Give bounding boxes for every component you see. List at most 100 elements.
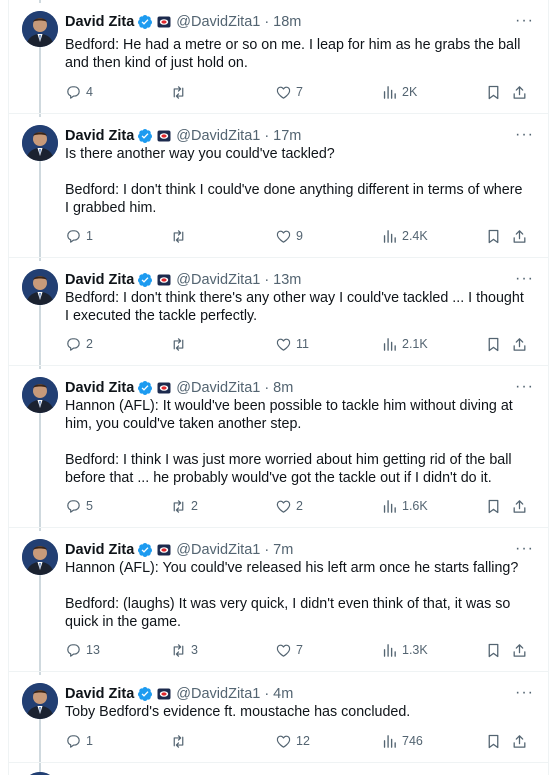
more-options-icon[interactable]: ··· bbox=[515, 540, 534, 558]
share-icon bbox=[511, 498, 532, 515]
avatar[interactable] bbox=[22, 269, 58, 305]
repost-button[interactable] bbox=[170, 334, 191, 354]
share-icon bbox=[511, 733, 532, 750]
author-name[interactable]: David Zita bbox=[65, 14, 134, 30]
avatar[interactable] bbox=[22, 11, 58, 47]
author-name[interactable]: David Zita bbox=[65, 686, 134, 702]
reply-button[interactable]: 1 bbox=[65, 226, 93, 246]
bookmark-button[interactable] bbox=[485, 334, 506, 354]
afl-affiliation-badge-icon[interactable] bbox=[153, 130, 171, 142]
tweet-paragraph: Hannon (AFL): You could've released his … bbox=[65, 560, 519, 576]
more-options-icon[interactable]: ··· bbox=[515, 684, 534, 702]
like-count: 12 bbox=[296, 734, 310, 748]
author-name[interactable]: David Zita bbox=[65, 542, 134, 558]
like-button[interactable]: 12 bbox=[275, 731, 310, 751]
share-button[interactable] bbox=[511, 731, 532, 751]
bookmark-button[interactable] bbox=[485, 226, 506, 246]
repost-button[interactable]: 2 bbox=[170, 496, 198, 516]
avatar[interactable] bbox=[22, 539, 58, 575]
author-name[interactable]: David Zita bbox=[65, 380, 134, 396]
tweet-paragraph: Bedford: He had a metre or so on me. I l… bbox=[65, 37, 521, 71]
avatar[interactable] bbox=[22, 125, 58, 161]
tweet-text: Toby Bedford's evidence ft. moustache ha… bbox=[65, 703, 527, 721]
tweet-paragraph: Bedford: (laughs) It was very quick, I d… bbox=[65, 596, 511, 630]
reply-button[interactable]: 1 bbox=[65, 731, 93, 751]
bookmark-button[interactable] bbox=[485, 731, 506, 751]
tweet-text: Is there another way you could've tackle… bbox=[65, 145, 527, 217]
views-button[interactable]: 2.1K bbox=[381, 334, 428, 354]
share-button[interactable] bbox=[511, 226, 532, 246]
views-button[interactable]: 1.6K bbox=[381, 496, 428, 516]
share-button[interactable] bbox=[511, 334, 532, 354]
tweet-timestamp[interactable]: 7m bbox=[273, 542, 293, 558]
like-icon bbox=[275, 228, 296, 245]
tweet-timestamp[interactable]: 8m bbox=[273, 380, 293, 396]
reply-button[interactable]: 4 bbox=[65, 82, 93, 102]
author-handle[interactable]: @DavidZita1 bbox=[176, 686, 260, 702]
like-count: 11 bbox=[296, 337, 309, 351]
more-options-icon[interactable]: ··· bbox=[515, 270, 534, 288]
views-button[interactable]: 2.4K bbox=[381, 226, 428, 246]
more-options-icon[interactable]: ··· bbox=[515, 378, 534, 396]
like-button[interactable]: 11 bbox=[275, 334, 309, 354]
afl-affiliation-badge-icon[interactable] bbox=[153, 688, 171, 700]
reply-button[interactable]: 5 bbox=[65, 496, 93, 516]
tweet-header: David Zita @DavidZita1 · 7m ··· bbox=[65, 540, 534, 560]
views-icon bbox=[381, 498, 402, 515]
bookmark-button[interactable] bbox=[485, 496, 506, 516]
share-button[interactable] bbox=[511, 82, 532, 102]
tweet-text: Bedford: He had a metre or so on me. I l… bbox=[65, 36, 527, 72]
tweet-divider bbox=[9, 671, 548, 672]
author-handle[interactable]: @DavidZita1 bbox=[176, 380, 260, 396]
reply-count: 1 bbox=[86, 734, 93, 748]
repost-button[interactable]: 3 bbox=[170, 640, 198, 660]
tweet-text: Bedford: I don't think there's any other… bbox=[65, 289, 527, 325]
verified-badge-icon bbox=[134, 542, 153, 558]
share-icon bbox=[511, 642, 532, 659]
like-button[interactable]: 7 bbox=[275, 82, 303, 102]
tweet-timestamp[interactable]: 4m bbox=[273, 686, 293, 702]
tweet-timestamp[interactable]: 13m bbox=[273, 272, 301, 288]
views-button[interactable]: 746 bbox=[381, 731, 423, 751]
reply-button[interactable]: 2 bbox=[65, 334, 93, 354]
views-icon bbox=[381, 84, 402, 101]
repost-button[interactable] bbox=[170, 82, 191, 102]
afl-affiliation-badge-icon[interactable] bbox=[153, 274, 171, 286]
views-button[interactable]: 2K bbox=[381, 82, 417, 102]
author-handle[interactable]: @DavidZita1 bbox=[176, 542, 260, 558]
author-handle[interactable]: @DavidZita1 bbox=[176, 128, 260, 144]
author-name[interactable]: David Zita bbox=[65, 128, 134, 144]
bookmark-icon bbox=[485, 336, 506, 353]
afl-affiliation-badge-icon[interactable] bbox=[153, 544, 171, 556]
avatar[interactable] bbox=[22, 683, 58, 719]
views-button[interactable]: 1.3K bbox=[381, 640, 428, 660]
share-button[interactable] bbox=[511, 496, 532, 516]
like-button[interactable]: 7 bbox=[275, 640, 303, 660]
like-button[interactable]: 9 bbox=[275, 226, 303, 246]
reply-count: 13 bbox=[86, 643, 100, 657]
afl-affiliation-badge-icon[interactable] bbox=[153, 382, 171, 394]
tweet-timestamp[interactable]: 18m bbox=[273, 14, 301, 30]
more-options-icon[interactable]: ··· bbox=[515, 126, 534, 144]
author-handle[interactable]: @DavidZita1 bbox=[176, 14, 260, 30]
reply-icon bbox=[65, 228, 86, 245]
afl-affiliation-badge-icon[interactable] bbox=[153, 16, 171, 28]
author-handle[interactable]: @DavidZita1 bbox=[176, 272, 260, 288]
more-options-icon[interactable]: ··· bbox=[515, 12, 534, 30]
avatar[interactable] bbox=[22, 377, 58, 413]
reply-button[interactable]: 13 bbox=[65, 640, 100, 660]
tweet-text: Hannon (AFL): It would've been possible … bbox=[65, 397, 527, 487]
tweet-timestamp[interactable]: 17m bbox=[273, 128, 301, 144]
share-button[interactable] bbox=[511, 640, 532, 660]
author-name[interactable]: David Zita bbox=[65, 272, 134, 288]
repost-button[interactable] bbox=[170, 731, 191, 751]
timeline-left-border bbox=[8, 0, 9, 775]
bookmark-button[interactable] bbox=[485, 82, 506, 102]
like-button[interactable]: 2 bbox=[275, 496, 303, 516]
separator-dot: · bbox=[264, 272, 270, 288]
thread-connector-line bbox=[39, 0, 41, 3]
repost-button[interactable] bbox=[170, 226, 191, 246]
thread-connector-line bbox=[39, 575, 41, 675]
bookmark-button[interactable] bbox=[485, 640, 506, 660]
thread-connector-line bbox=[39, 47, 41, 117]
